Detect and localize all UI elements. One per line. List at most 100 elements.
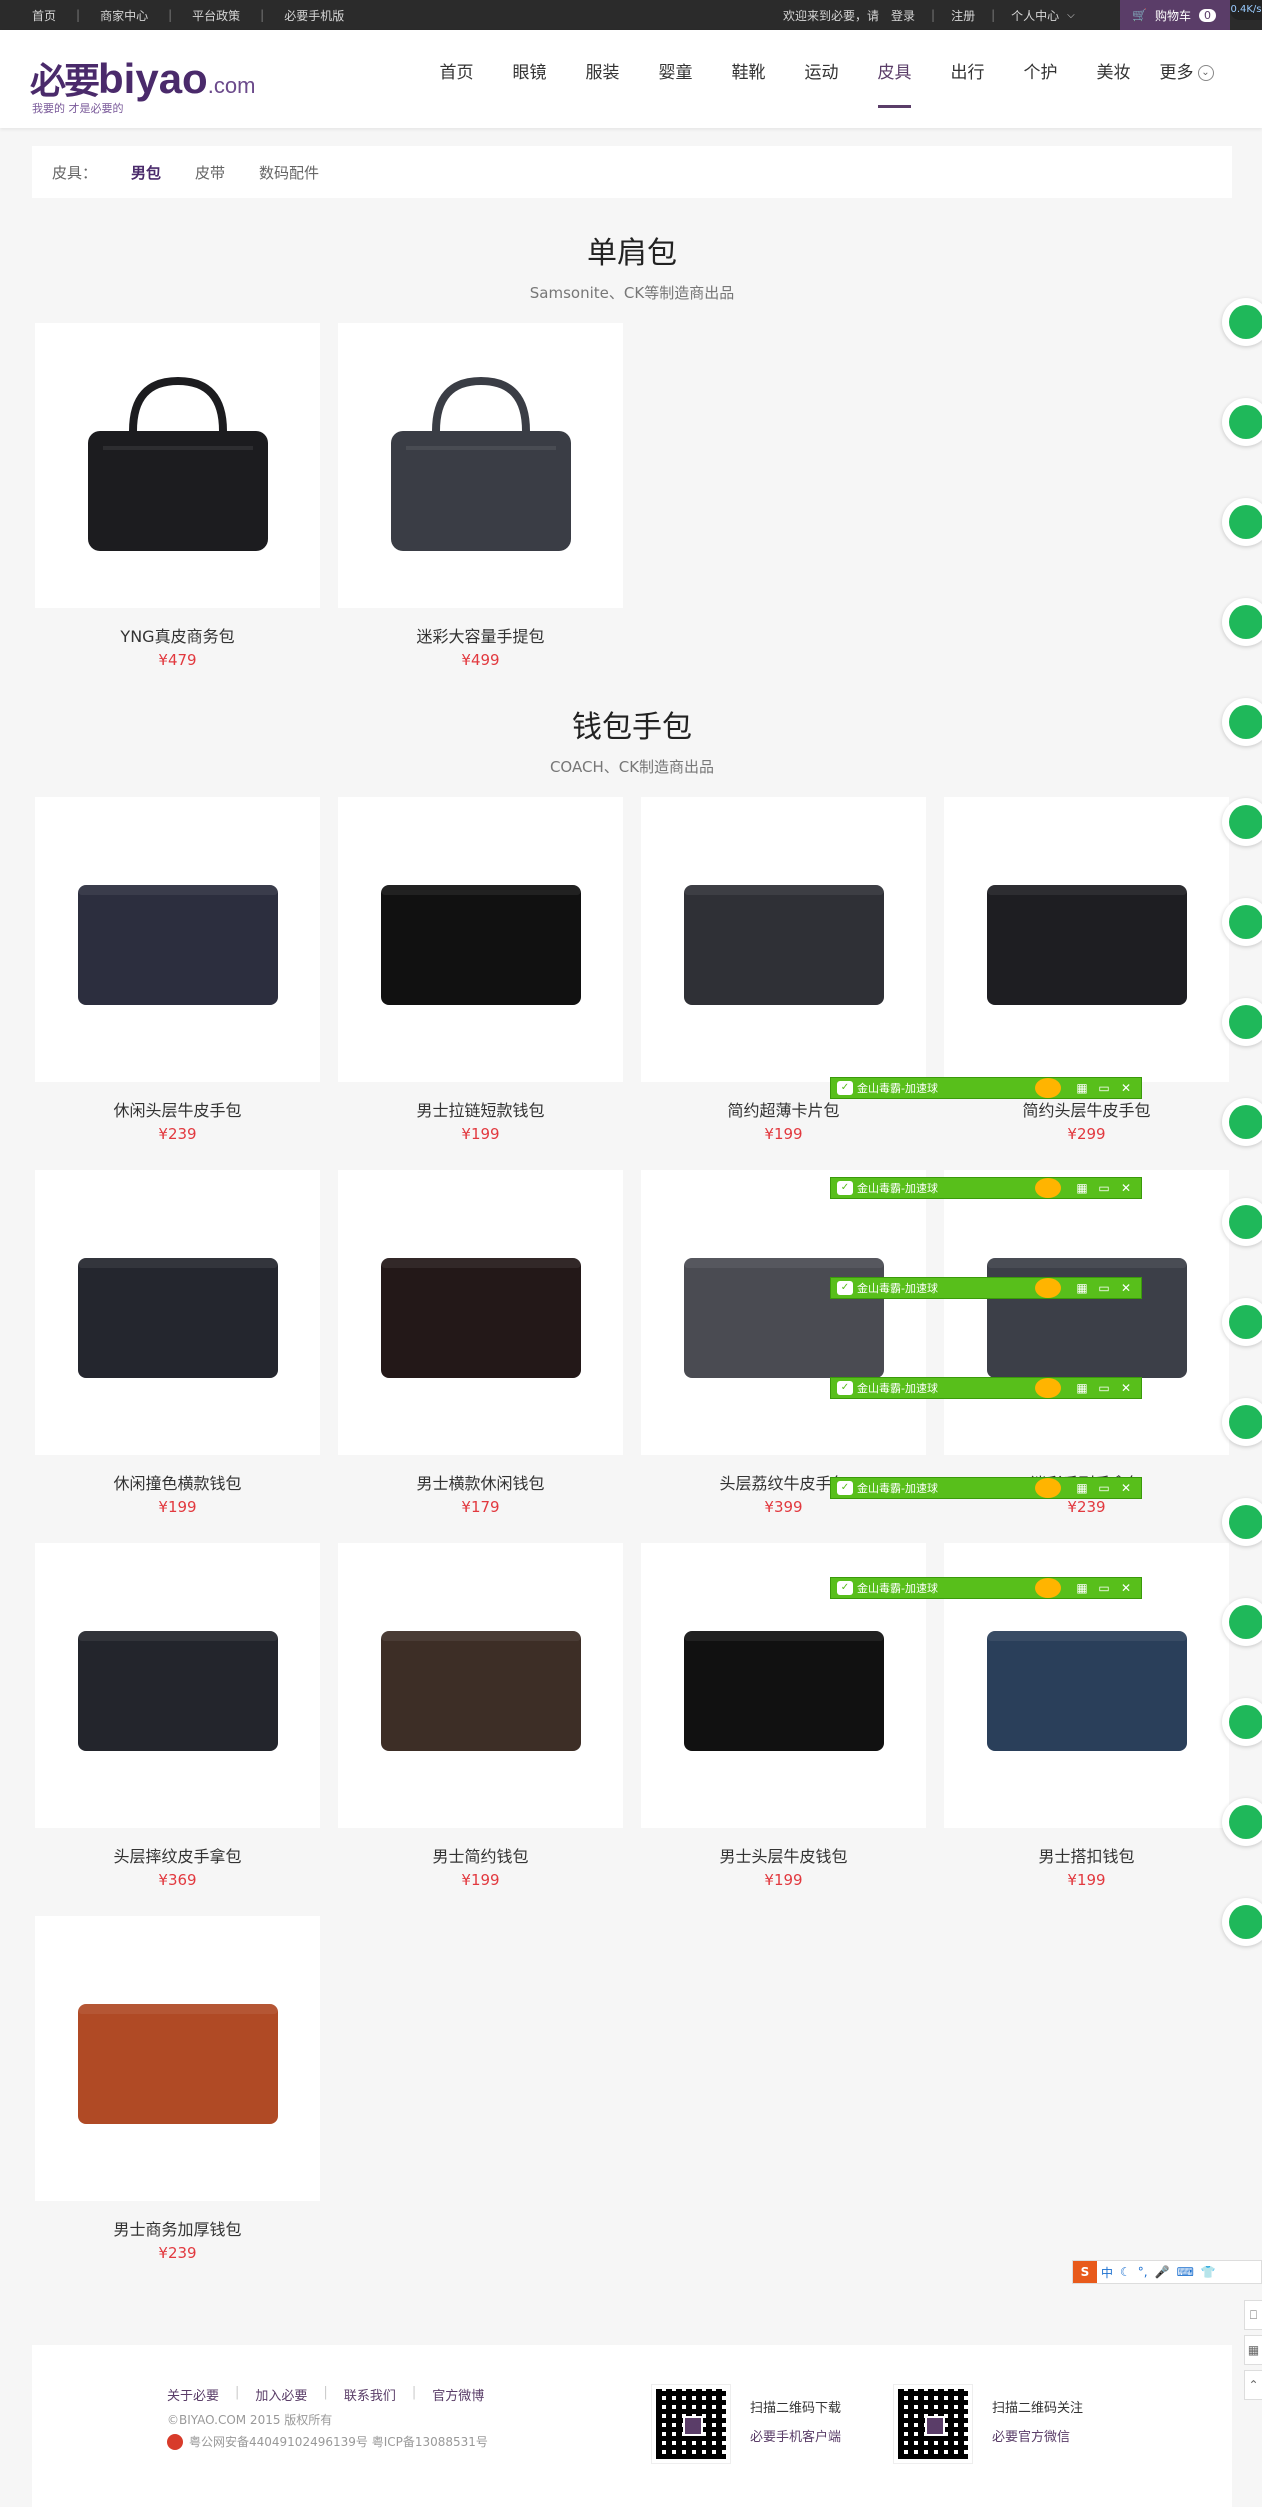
close-icon[interactable]: ✕: [1119, 1581, 1133, 1595]
product-name[interactable]: 男士拉链短款钱包: [338, 1097, 623, 1121]
filter-item-mens-bags[interactable]: 男包: [131, 162, 161, 183]
register-link[interactable]: 注册: [951, 7, 975, 24]
chat-icon[interactable]: ▭: [1097, 1581, 1111, 1595]
grid-icon[interactable]: ▦: [1075, 1181, 1089, 1195]
nav-item-clothing[interactable]: 服装: [566, 30, 639, 128]
speed-ball-ad[interactable]: ✓ 金山毒霸-加速球 ▦ ▭ ✕: [830, 1077, 1142, 1099]
icp-text[interactable]: 粤公网安备44049102496139号 粤ICP备13088531号: [189, 2433, 488, 2450]
grid-icon[interactable]: ▦: [1075, 1481, 1089, 1495]
ime-toolbar[interactable]: S 中 ☾ °, 🎤 ⌨ 👕: [1072, 2260, 1262, 2284]
product-card[interactable]: 休闲头层牛皮手包 ¥239: [35, 797, 320, 1143]
product-card[interactable]: 男士简约钱包 ¥199: [338, 1543, 623, 1889]
product-image[interactable]: [641, 1170, 926, 1455]
mic-icon[interactable]: 🎤: [1155, 2265, 1170, 2279]
wifi-icon[interactable]: [1222, 398, 1262, 446]
footer-link-join[interactable]: 加入必要: [255, 2385, 307, 2404]
top-link-home[interactable]: 首页: [32, 7, 56, 24]
ime-mode[interactable]: 中: [1101, 2264, 1113, 2281]
product-image[interactable]: [35, 1543, 320, 1828]
product-card[interactable]: 迷彩系列手拿包¥239: [944, 1170, 1229, 1516]
wifi-icon[interactable]: [1222, 798, 1262, 846]
product-card[interactable]: 男士拉链短款钱包 ¥199: [338, 797, 623, 1143]
footer-link-about[interactable]: 关于必要: [167, 2385, 219, 2404]
account-link[interactable]: 个人中心: [1011, 7, 1059, 24]
cart-button[interactable]: 🛒 购物车 0: [1120, 0, 1230, 30]
nav-item-travel[interactable]: 出行: [931, 30, 1004, 128]
wifi-icon[interactable]: [1222, 698, 1262, 746]
back-to-top-icon[interactable]: ⌃: [1244, 2370, 1262, 2400]
nav-item-personal-care[interactable]: 个护: [1004, 30, 1077, 128]
product-image[interactable]: [35, 1916, 320, 2201]
product-card[interactable]: 迷彩大容量手提包 ¥499: [338, 323, 623, 669]
product-image[interactable]: [338, 1170, 623, 1455]
top-link-policy[interactable]: 平台政策: [192, 7, 240, 24]
product-image[interactable]: [338, 323, 623, 608]
product-card[interactable]: 男士商务加厚钱包 ¥239: [35, 1916, 320, 2262]
product-image[interactable]: [944, 797, 1229, 1082]
chat-icon[interactable]: ▭: [1097, 1081, 1111, 1095]
grid-icon[interactable]: ▦: [1075, 1381, 1089, 1395]
product-name[interactable]: 男士商务加厚钱包: [35, 2216, 320, 2240]
wifi-icon[interactable]: [1222, 1198, 1262, 1246]
chat-icon[interactable]: ▭: [1097, 1281, 1111, 1295]
footer-link-weibo[interactable]: 官方微博: [432, 2385, 484, 2404]
qr-side-icon[interactable]: ▦: [1244, 2335, 1262, 2365]
top-link-merchant[interactable]: 商家中心: [100, 7, 148, 24]
wifi-icon[interactable]: [1222, 298, 1262, 346]
product-name[interactable]: 男士横款休闲钱包: [338, 1470, 623, 1494]
product-card[interactable]: 男士横款休闲钱包 ¥179: [338, 1170, 623, 1516]
chat-icon[interactable]: ▭: [1097, 1181, 1111, 1195]
product-image[interactable]: [35, 797, 320, 1082]
wifi-icon[interactable]: [1222, 898, 1262, 946]
speed-ball-ad[interactable]: ✓ 金山毒霸-加速球 ▦ ▭ ✕: [830, 1477, 1142, 1499]
close-icon[interactable]: ✕: [1119, 1381, 1133, 1395]
grid-icon[interactable]: ▦: [1075, 1281, 1089, 1295]
filter-item-digital[interactable]: 数码配件: [259, 162, 319, 183]
nav-item-sports[interactable]: 运动: [785, 30, 858, 128]
product-name[interactable]: 男士头层牛皮钱包: [641, 1843, 926, 1867]
wifi-icon[interactable]: [1222, 598, 1262, 646]
wifi-icon[interactable]: [1222, 1498, 1262, 1546]
product-card[interactable]: 头层荔纹牛皮手包 ¥399: [641, 1170, 926, 1516]
wifi-icon[interactable]: [1222, 498, 1262, 546]
top-link-mobile[interactable]: 必要手机版: [284, 7, 344, 24]
filter-item-belts[interactable]: 皮带: [195, 162, 225, 183]
grid-icon[interactable]: ▦: [1075, 1581, 1089, 1595]
skin-icon[interactable]: 👕: [1201, 2265, 1216, 2279]
product-name[interactable]: 男士简约钱包: [338, 1843, 623, 1867]
close-icon[interactable]: ✕: [1119, 1181, 1133, 1195]
wifi-icon[interactable]: [1222, 1698, 1262, 1746]
nav-item-home[interactable]: 首页: [420, 30, 493, 128]
logo[interactable]: 必要biyao.com 我要的 才是必要的: [30, 52, 255, 115]
chat-icon[interactable]: ▭: [1097, 1381, 1111, 1395]
nav-item-glasses[interactable]: 眼镜: [493, 30, 566, 128]
product-image[interactable]: [944, 1170, 1229, 1455]
speed-ball-ad[interactable]: ✓ 金山毒霸-加速球 ▦ ▭ ✕: [830, 1377, 1142, 1399]
product-name[interactable]: 男士搭扣钱包: [944, 1843, 1229, 1867]
product-image[interactable]: [641, 797, 926, 1082]
speed-ball-ad[interactable]: ✓ 金山毒霸-加速球 ▦ ▭ ✕: [830, 1177, 1142, 1199]
punct-icon[interactable]: °,: [1138, 2265, 1148, 2279]
nav-item-shoes[interactable]: 鞋靴: [712, 30, 785, 128]
wifi-icon[interactable]: [1222, 1398, 1262, 1446]
wifi-icon[interactable]: [1222, 1098, 1262, 1146]
product-name[interactable]: 头层摔纹皮手拿包: [35, 1843, 320, 1867]
wifi-icon[interactable]: [1222, 998, 1262, 1046]
footer-link-contact[interactable]: 联系我们: [344, 2385, 396, 2404]
product-card[interactable]: YNG真皮商务包 ¥479: [35, 323, 320, 669]
chat-icon[interactable]: ▭: [1097, 1481, 1111, 1495]
product-image[interactable]: [35, 323, 320, 608]
nav-item-kids[interactable]: 婴童: [639, 30, 712, 128]
wifi-icon[interactable]: [1222, 1298, 1262, 1346]
close-icon[interactable]: ✕: [1119, 1481, 1133, 1495]
product-card[interactable]: 休闲撞色横款钱包 ¥199: [35, 1170, 320, 1516]
product-image[interactable]: [338, 1543, 623, 1828]
wifi-icon[interactable]: [1222, 1598, 1262, 1646]
product-name[interactable]: YNG真皮商务包: [35, 623, 320, 647]
nav-item-beauty[interactable]: 美妆: [1077, 30, 1150, 128]
product-image[interactable]: [338, 797, 623, 1082]
close-icon[interactable]: ✕: [1119, 1281, 1133, 1295]
nav-item-leather[interactable]: 皮具: [858, 30, 931, 128]
product-card[interactable]: 头层摔纹皮手拿包 ¥369: [35, 1543, 320, 1889]
login-link[interactable]: 登录: [891, 7, 915, 24]
